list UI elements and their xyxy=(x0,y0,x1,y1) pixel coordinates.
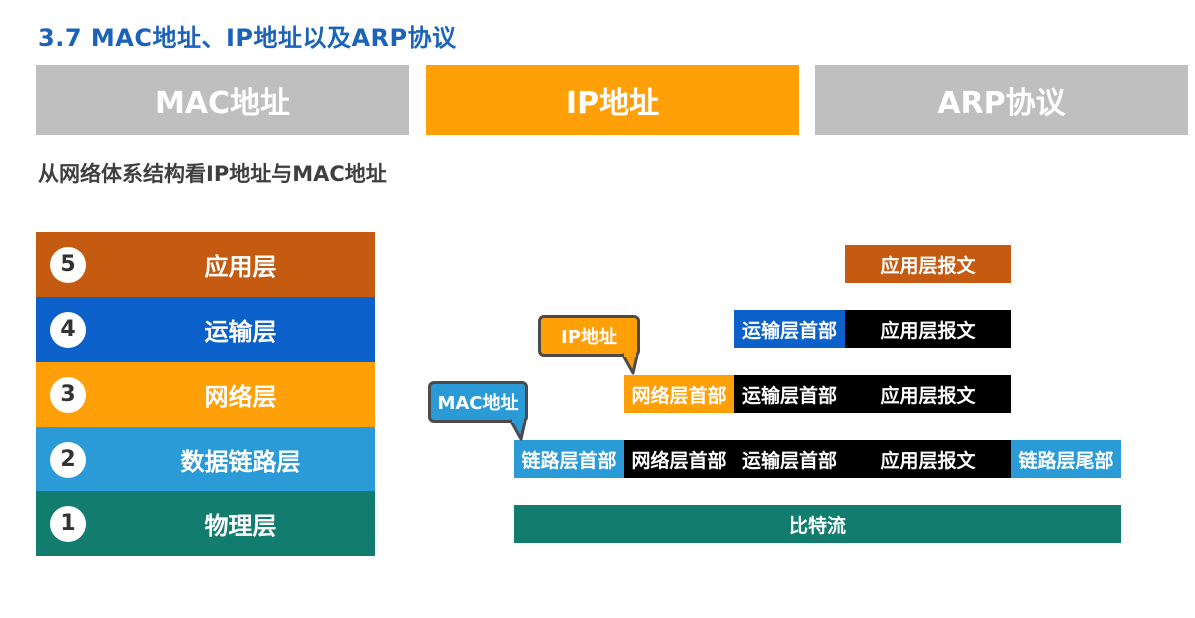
layer-label: 物理层 xyxy=(204,512,277,540)
layer-data-link: 2 数据链路层 xyxy=(36,427,375,492)
callout-pointer-icon xyxy=(509,418,527,441)
callout-label: MAC地址 xyxy=(437,393,519,414)
app-message-block: 应用层报文 xyxy=(845,375,1011,413)
layer-physical: 1 物理层 xyxy=(36,491,375,556)
page-title: 3.7 MAC地址、IP地址以及ARP协议 xyxy=(38,24,457,52)
network-header-block: 网络层首部 xyxy=(624,375,734,413)
app-message-block: 应用层报文 xyxy=(845,440,1011,478)
layer-number-badge: 1 xyxy=(50,505,86,542)
callout-pointer-icon xyxy=(621,352,639,375)
layer-number-badge: 2 xyxy=(50,441,86,478)
layer-number-badge: 3 xyxy=(50,376,86,413)
network-header-block: 网络层首部 xyxy=(624,440,734,478)
layer-number-badge: 5 xyxy=(50,246,86,283)
tab-label: ARP协议 xyxy=(937,86,1066,121)
callout-label: IP地址 xyxy=(561,327,617,348)
layer-label: 网络层 xyxy=(204,383,277,411)
tab-label: MAC地址 xyxy=(154,86,291,121)
layer-label: 运输层 xyxy=(204,318,277,346)
section-subtitle: 从网络体系结构看IP地址与MAC地址 xyxy=(38,162,387,186)
layer-transport: 4 运输层 xyxy=(36,297,375,362)
layer-number-badge: 4 xyxy=(50,311,86,348)
transport-header-block: 运输层首部 xyxy=(734,310,845,348)
layer-label: 数据链路层 xyxy=(180,448,301,476)
app-message-block: 应用层报文 xyxy=(845,310,1011,348)
tab-label: IP地址 xyxy=(565,86,660,121)
layer-label: 应用层 xyxy=(204,253,277,281)
layer-network: 3 网络层 xyxy=(36,362,375,427)
tab-mac-address[interactable]: MAC地址 xyxy=(36,65,409,135)
link-trailer-block: 链路层尾部 xyxy=(1011,440,1121,478)
link-header-block: 链路层首部 xyxy=(514,440,624,478)
app-message-block: 应用层报文 xyxy=(845,245,1011,283)
tab-arp-protocol[interactable]: ARP协议 xyxy=(815,65,1188,135)
transport-header-block: 运输层首部 xyxy=(734,375,845,413)
bitstream-block: 比特流 xyxy=(514,505,1121,543)
transport-header-block: 运输层首部 xyxy=(734,440,845,478)
tab-ip-address[interactable]: IP地址 xyxy=(426,65,799,135)
layer-application: 5 应用层 xyxy=(36,232,375,297)
mac-address-callout: MAC地址 xyxy=(428,381,528,441)
ip-address-callout: IP地址 xyxy=(538,315,640,375)
